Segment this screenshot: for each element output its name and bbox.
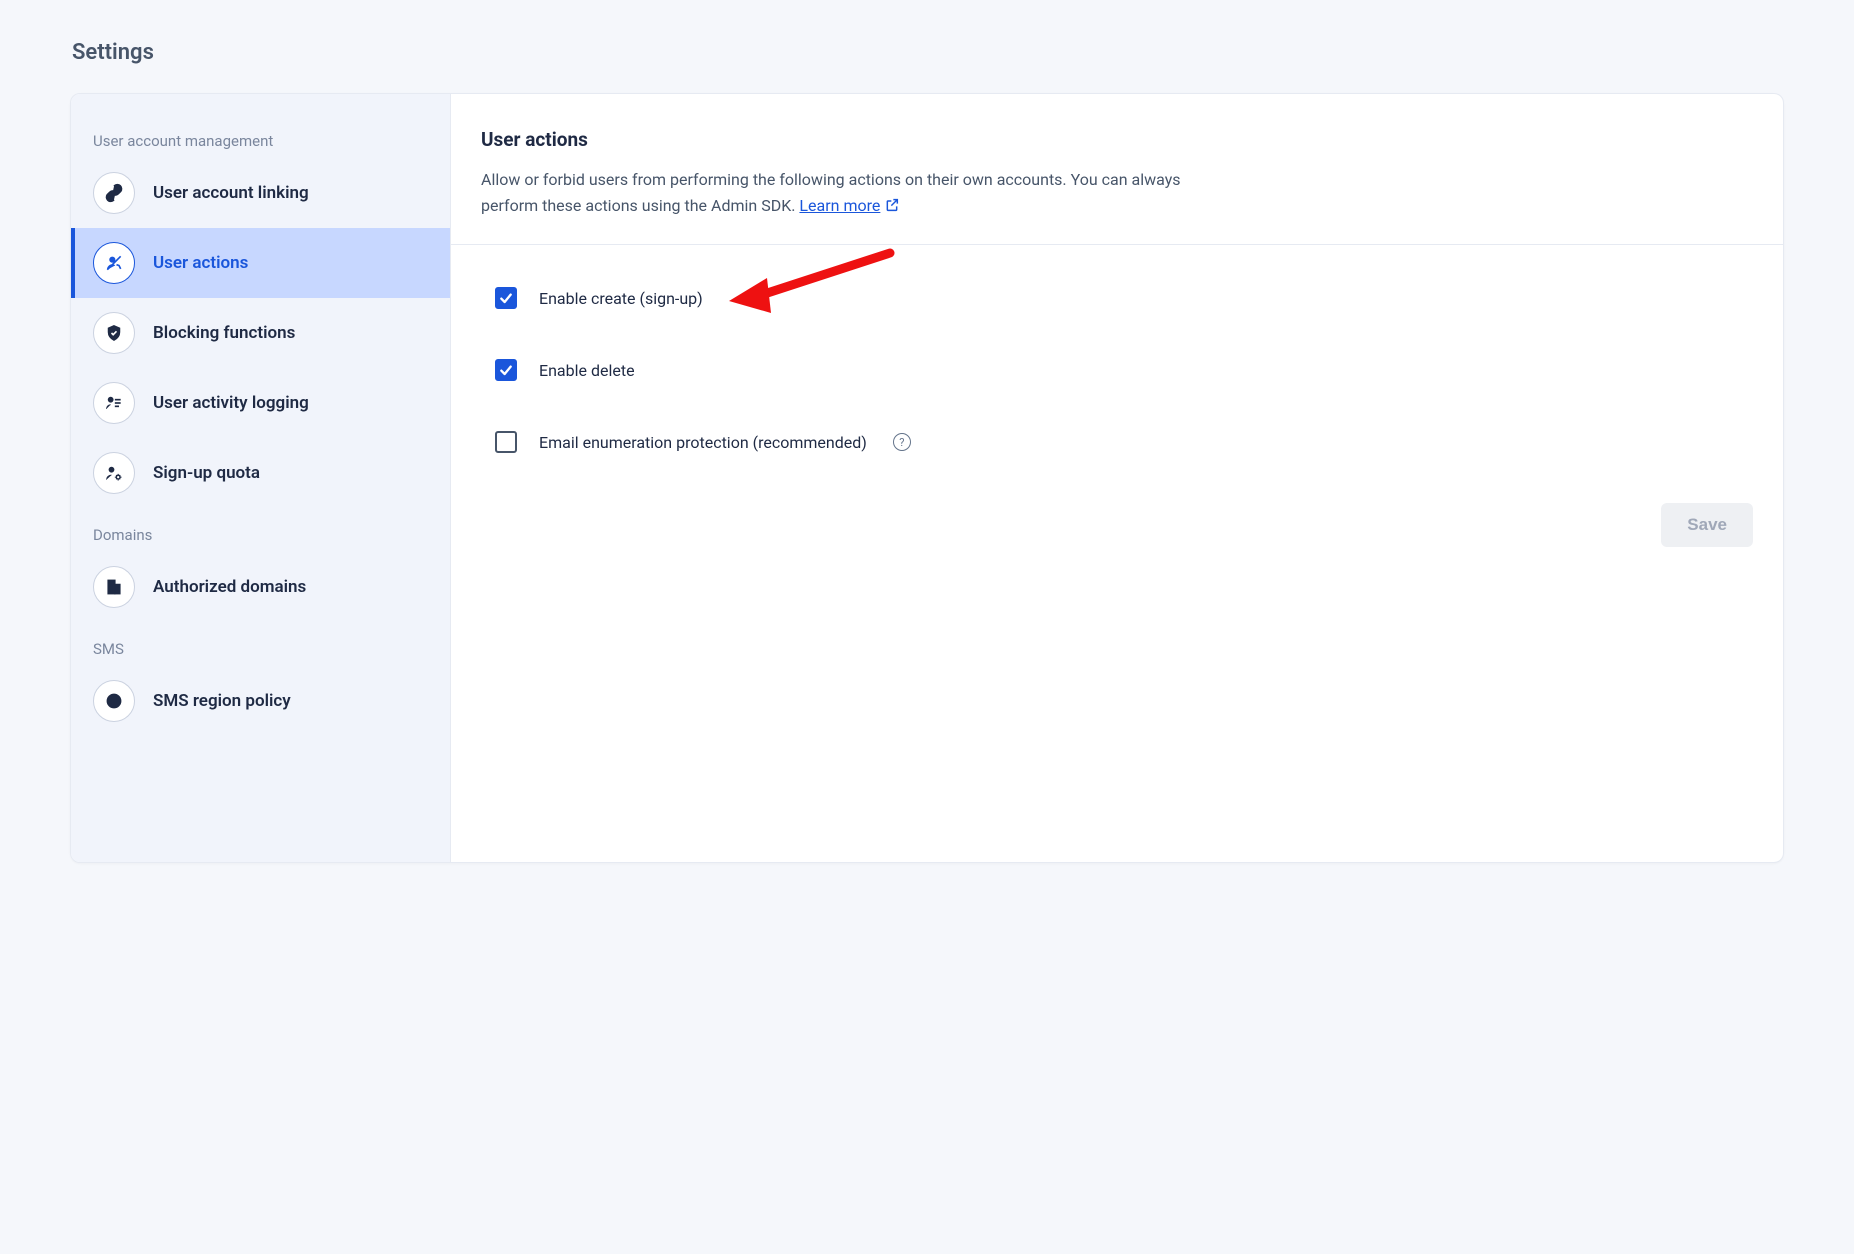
building-icon [93,566,135,608]
help-icon[interactable]: ? [893,433,911,451]
sidebar-item-sms-region-policy[interactable]: SMS region policy [71,666,450,736]
shield-check-icon [93,312,135,354]
user-list-icon [93,382,135,424]
globe-icon [93,680,135,722]
user-gear-icon [93,452,135,494]
option-label: Enable create (sign-up) [539,289,703,308]
user-slash-icon [93,242,135,284]
option-row-enable-delete: Enable delete [495,359,1753,381]
content-description: Allow or forbid users from performing th… [481,167,1221,218]
sidebar-section-label: User account management [71,120,450,158]
checkbox-enable-create[interactable] [495,287,517,309]
checkbox-email-enum-protection[interactable] [495,431,517,453]
option-row-email-enum-protection: Email enumeration protection (recommende… [495,431,1753,453]
sidebar-item-blocking-functions[interactable]: Blocking functions [71,298,450,368]
sidebar-item-authorized-domains[interactable]: Authorized domains [71,552,450,622]
sidebar-item-label: User account linking [153,183,309,203]
options-list: Enable create (sign-up) Enable delete Emai… [481,287,1753,453]
annotation-arrow-icon [725,245,905,325]
sidebar-item-user-activity-logging[interactable]: User activity logging [71,368,450,438]
external-link-icon [884,197,900,213]
sidebar-item-label: SMS region policy [153,691,291,711]
page-title: Settings [72,40,1784,65]
sidebar-section-label: Domains [71,514,450,552]
sidebar: User account management User account link… [71,94,451,862]
divider [451,244,1783,245]
option-label: Email enumeration protection (recommende… [539,433,867,452]
content: User actions Allow or forbid users from … [451,94,1783,862]
content-title: User actions [481,128,1753,151]
settings-panel: User account management User account link… [70,93,1784,863]
learn-more-label: Learn more [799,193,880,219]
sidebar-item-user-actions[interactable]: User actions [71,228,450,298]
checkbox-enable-delete[interactable] [495,359,517,381]
sidebar-section-label: SMS [71,628,450,666]
link-icon [93,172,135,214]
sidebar-item-label: Sign-up quota [153,463,260,483]
sidebar-item-label: User activity logging [153,393,309,413]
sidebar-item-label: Blocking functions [153,323,295,343]
sidebar-item-user-account-linking[interactable]: User account linking [71,158,450,228]
option-row-enable-create: Enable create (sign-up) [495,287,1753,309]
learn-more-link[interactable]: Learn more [799,193,900,219]
sidebar-item-sign-up-quota[interactable]: Sign-up quota [71,438,450,508]
save-button[interactable]: Save [1661,503,1753,547]
sidebar-item-label: User actions [153,253,248,273]
option-label: Enable delete [539,361,635,380]
sidebar-item-label: Authorized domains [153,577,306,597]
